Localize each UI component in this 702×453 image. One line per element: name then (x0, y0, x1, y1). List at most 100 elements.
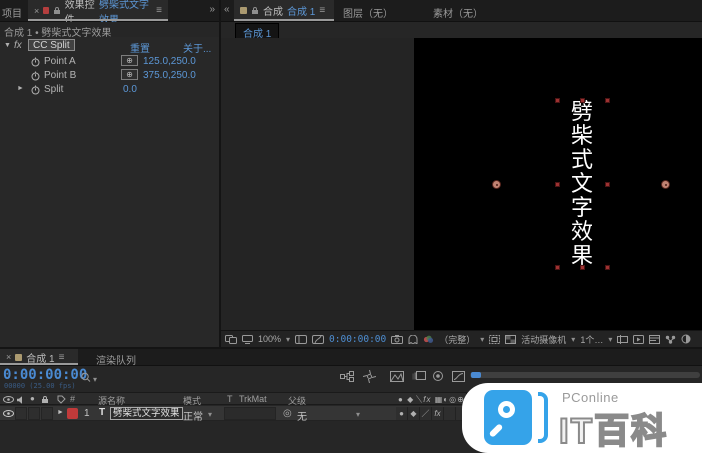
comp-text-layer[interactable]: 劈 柴 式 文 字 效 果 (568, 101, 596, 269)
search-icon[interactable] (80, 372, 93, 383)
selection-handle[interactable] (555, 265, 560, 270)
panel-menu-icon[interactable]: ≡ (156, 5, 162, 16)
frame-info: 00000 (25.00 fps) (4, 382, 76, 390)
graph-editor-icon[interactable] (452, 371, 465, 382)
reset-link[interactable]: 重置 (130, 40, 150, 55)
motion-blur-icon[interactable] (412, 371, 426, 382)
chevron-down-icon[interactable]: ▾ (356, 410, 360, 419)
exposure-icon[interactable] (681, 334, 691, 344)
grid-options-icon[interactable] (295, 335, 307, 344)
stopwatch-icon[interactable] (31, 57, 40, 67)
layer-name-field[interactable]: 劈柴式文字效果 (110, 407, 183, 420)
effect-point-button[interactable]: ⊕ (121, 69, 138, 80)
chevron-down-icon[interactable]: ▾ (480, 335, 484, 344)
panel-menu-icon[interactable]: ≡ (319, 5, 325, 16)
timeline-button-icon[interactable] (649, 335, 660, 344)
about-link[interactable]: 关于... (183, 40, 211, 55)
monitor-icon[interactable] (242, 335, 253, 344)
selection-handle[interactable] (605, 265, 610, 270)
expander-icon[interactable]: ▼ (4, 42, 11, 49)
tab-layer[interactable]: 图层（无） (343, 5, 393, 20)
lock-icon[interactable] (41, 395, 49, 404)
chevron-down-icon[interactable]: ▾ (286, 335, 290, 344)
stopwatch-icon[interactable] (31, 71, 40, 81)
panel-menu-icon[interactable]: ≡ (59, 352, 65, 363)
transparency-grid-icon[interactable] (505, 335, 516, 344)
blend-mode-select[interactable]: 正常 (183, 408, 203, 423)
tab-composition[interactable]: 合成 合成 1 ≡ (234, 0, 334, 21)
search-chevron-icon[interactable]: ▾ (93, 375, 97, 384)
expander-icon[interactable]: ► (17, 85, 24, 92)
layer-row[interactable]: ► 1 T 劈柴式文字效果 正常 ▾ ◎ 无 ▾ ● ◆ ／ fx (0, 406, 466, 421)
tab-footage[interactable]: 素材（无） (433, 5, 483, 20)
chevron-down-icon[interactable]: ▾ (608, 335, 612, 344)
selection-handle[interactable] (555, 182, 560, 187)
region-of-interest-icon[interactable] (489, 335, 500, 344)
view-count-select[interactable]: 1个… (580, 333, 603, 346)
effect-point-a[interactable] (492, 180, 501, 189)
resolution-select[interactable]: （完整） (439, 333, 475, 346)
t-column-header[interactable]: T (227, 394, 233, 404)
frame-blend-switch[interactable] (444, 407, 456, 420)
index-column-header[interactable]: # (70, 394, 75, 404)
mask-visibility-icon[interactable] (312, 335, 324, 344)
pixel-aspect-icon[interactable] (617, 335, 628, 344)
viewer-timecode[interactable]: 0:00:00:00 (329, 334, 386, 345)
frame-blend-icon[interactable] (390, 371, 404, 382)
tab-effect-controls[interactable]: × 效果控件 劈柴式文字效果 ≡ (28, 0, 168, 21)
close-icon[interactable]: × (6, 352, 11, 362)
channel-settings-icon[interactable] (423, 335, 434, 344)
trkmat-column-header[interactable]: TrkMat (239, 394, 267, 404)
tab-overflow-left-icon[interactable]: « (224, 4, 230, 15)
auto-keyframe-icon[interactable] (432, 370, 444, 382)
audio-icon[interactable] (17, 396, 26, 404)
selection-handle[interactable] (605, 182, 610, 187)
param-value[interactable]: 375.0,250.0 (143, 70, 196, 81)
collapse-switch[interactable]: ◆ (408, 407, 420, 420)
effect-name[interactable]: CC Split (28, 39, 75, 51)
snapshot-camera-icon[interactable] (391, 335, 403, 344)
stopwatch-icon[interactable] (31, 85, 40, 95)
parent-pickwhip-icon[interactable]: ◎ (283, 408, 292, 419)
solo-icon[interactable]: ● (30, 394, 35, 403)
tab-project[interactable]: 项目 (2, 5, 22, 20)
layer-expander-icon[interactable]: ► (57, 409, 64, 416)
view-layout-icon[interactable] (225, 335, 237, 344)
tab-overflow-icon[interactable]: » (209, 4, 215, 15)
video-visibility-icon[interactable] (3, 396, 14, 403)
solo-toggle-cell[interactable] (28, 407, 40, 420)
show-snapshot-icon[interactable] (408, 335, 418, 344)
magnification-value[interactable]: 100% (258, 334, 281, 344)
layer-visibility-eye-icon[interactable] (3, 410, 14, 417)
selection-handle[interactable] (580, 98, 585, 103)
param-value[interactable]: 0.0 (123, 84, 137, 95)
shy-switch[interactable]: ● (396, 407, 408, 420)
layer-label-color-chip[interactable] (67, 408, 78, 419)
time-navigator-handle[interactable] (471, 372, 481, 378)
effects-switch[interactable]: fx (432, 407, 444, 420)
chevron-down-icon[interactable]: ▾ (571, 335, 575, 344)
composition-viewport[interactable]: 劈 柴 式 文 字 效 果 (221, 38, 702, 330)
effect-point-b[interactable] (661, 180, 670, 189)
param-value[interactable]: 125.0,250.0 (143, 56, 196, 67)
chevron-down-icon[interactable]: ▾ (208, 410, 212, 419)
flowchart-button-icon[interactable] (665, 335, 676, 344)
label-column-icon[interactable] (57, 395, 66, 404)
parent-select[interactable]: 无 (297, 408, 307, 423)
selection-handle[interactable] (555, 98, 560, 103)
time-navigator-bar[interactable] (470, 372, 700, 378)
lock-toggle-cell[interactable] (41, 407, 53, 420)
quality-switch[interactable]: ／ (420, 407, 432, 420)
close-icon[interactable]: × (34, 6, 39, 16)
effect-point-button[interactable]: ⊕ (121, 55, 138, 66)
fast-preview-icon[interactable] (633, 335, 644, 344)
selection-handle[interactable] (605, 98, 610, 103)
mini-flowchart-icon[interactable] (340, 371, 354, 382)
tab-render-queue[interactable]: 渲染队列 (96, 352, 136, 367)
trkmat-cell[interactable] (224, 407, 276, 420)
camera-view-select[interactable]: 活动摄像机 (521, 333, 566, 346)
draft-3d-icon[interactable] (363, 370, 376, 383)
current-timecode[interactable]: 0:00:00:00 (3, 367, 87, 383)
audio-toggle-cell[interactable] (15, 407, 27, 420)
selection-handle[interactable] (580, 265, 585, 270)
